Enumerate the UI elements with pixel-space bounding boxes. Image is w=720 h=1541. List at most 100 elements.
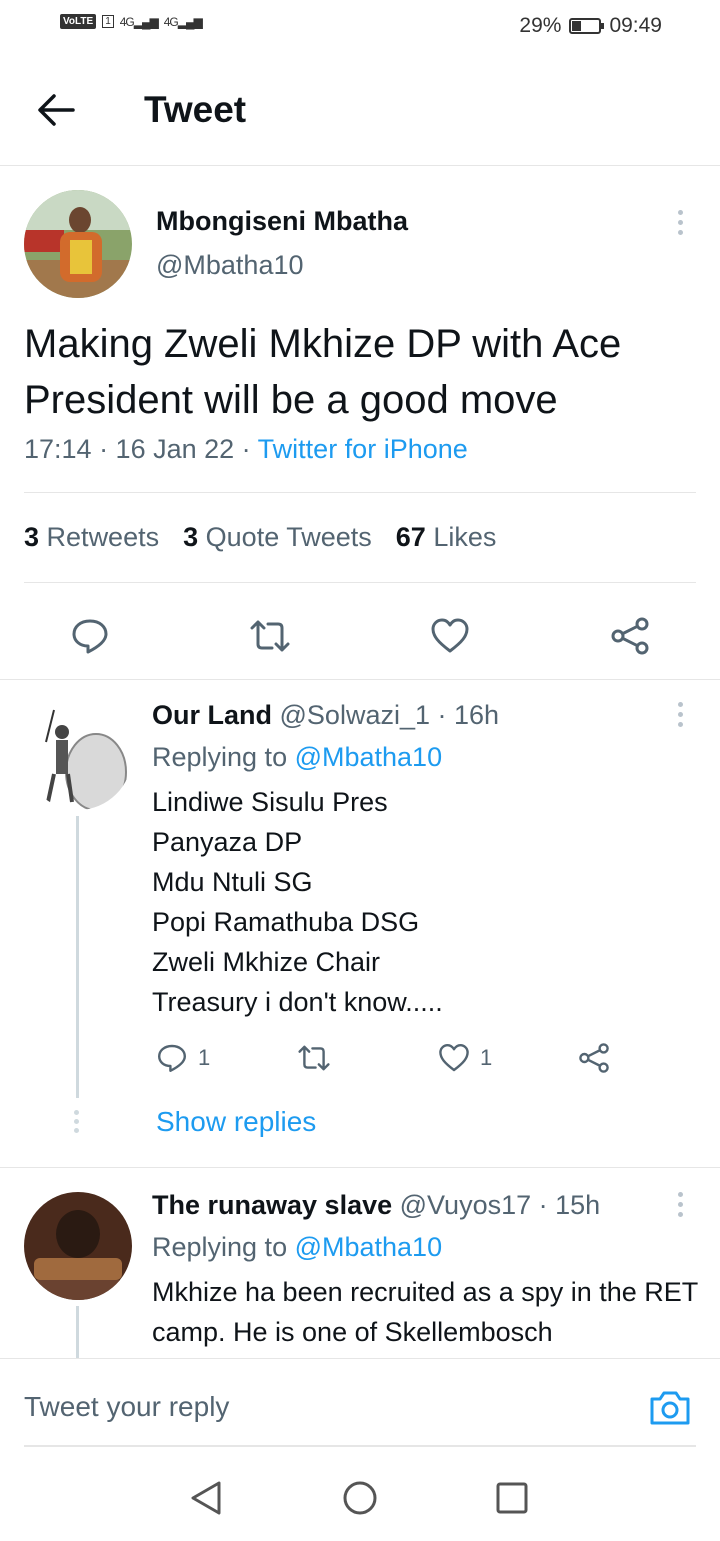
retweets-stat[interactable]: 3 Retweets [24,522,159,553]
retweet-button[interactable] [240,606,300,666]
avatar-photo [24,190,132,298]
tweet-text: Making Zweli Mkhize DP with Ace Presiden… [24,322,622,422]
avatar-photo [24,1192,132,1300]
reply-text: Lindiwe Sisulu Pres Panyaza DP Mdu Ntuli… [152,782,702,1022]
like-count: 1 [480,1045,493,1070]
reply-author-meta: @Vuyos17 · 15h [399,1190,601,1220]
reply-line: Zweli Mkhize Chair [152,947,381,977]
arrow-left-icon [38,94,75,126]
reply-share-button[interactable] [578,1042,610,1074]
camera-button[interactable] [648,1389,692,1432]
reply-button[interactable] [60,606,120,666]
network-indicators: VoLTE 1 4G▂▄▆ 4G▂▄▆ [60,14,203,29]
page-title: Tweet [144,89,247,130]
back-button[interactable] [34,88,78,132]
battery-fill [572,21,581,31]
nav-back-button[interactable] [186,1478,226,1518]
reply-retweet-button[interactable] [296,1042,332,1074]
reply-tweet[interactable]: Our Land @Solwazi_1 · 16h Replying to @M… [0,680,720,1168]
replying-prefix: Replying to [152,1232,295,1262]
share-button[interactable] [600,606,660,666]
network-type-2: 4G [163,14,179,29]
likes-stat[interactable]: 67 Likes [396,522,497,553]
tweet-meta: 17:14 · 16 Jan 22 · Twitter for iPhone [24,434,468,465]
quotes-label: Quote Tweets [205,522,372,552]
reply-tweet[interactable]: The runaway slave @Vuyos17 · 15h Replyin… [0,1170,720,1358]
thread-line [76,816,79,1098]
replying-to-link[interactable]: @Mbatha10 [295,1232,443,1262]
reply-line: Mdu Ntuli SG [152,867,313,897]
divider [0,1167,720,1168]
thread-line [76,1306,79,1358]
system-nav-bar [0,1450,720,1541]
retweet-icon [298,1045,330,1071]
status-right: 29% 09:49 [519,14,662,38]
replying-to: Replying to @Mbatha10 [152,1232,442,1263]
network-type-1: 4G [119,14,135,29]
circle-home-icon [343,1481,377,1515]
retweets-count: 3 [24,522,40,552]
more-options-button[interactable] [670,202,690,242]
nav-recents-button[interactable] [492,1478,532,1518]
reply-author-name: Our Land [152,700,272,730]
reply-author[interactable]: Our Land @Solwazi_1 · 16h [152,700,499,731]
reply-avatar[interactable] [24,702,132,810]
reply-count: 1 [198,1045,211,1070]
tweet-action-bar [0,606,720,680]
reply-line: Treasury i don't know..... [152,987,443,1017]
replying-to-link[interactable]: @Mbatha10 [295,742,443,772]
speech-bubble-icon [72,619,108,654]
camera-icon [650,1391,690,1425]
sim-indicator: 1 [102,15,114,28]
show-replies-link[interactable]: Show replies [156,1106,316,1138]
likes-label: Likes [433,522,497,552]
quotes-stat[interactable]: 3 Quote Tweets [183,522,372,553]
top-app-bar: Tweet [0,56,720,166]
reply-author-name: The runaway slave [152,1190,393,1220]
divider [24,492,696,493]
reply-avatar[interactable] [24,1192,132,1300]
like-button[interactable] [420,606,480,666]
tweet-timestamp: 17:14 · 16 Jan 22 · [24,434,258,464]
volte-badge: VoLTE [60,14,97,29]
status-bar: VoLTE 1 4G▂▄▆ 4G▂▄▆ 29% 09:49 [0,0,720,56]
reply-input-area[interactable]: Tweet your reply [24,1359,696,1447]
reply-text: Mkhize ha been recruited as a spy in the… [152,1277,698,1347]
triangle-back-icon [191,1481,221,1515]
more-options-button[interactable] [670,694,690,734]
reply-author[interactable]: The runaway slave @Vuyos17 · 15h [152,1190,600,1221]
reply-composer: Tweet your reply [0,1358,720,1448]
battery-icon [569,18,605,34]
signal-1-icon: 4G▂▄▆ [119,14,159,29]
reply-like-button[interactable]: 1 [438,1042,492,1074]
tweet-stats: 3 Retweets 3 Quote Tweets 67 Likes [24,522,496,553]
retweet-icon [250,620,290,652]
divider [24,582,696,583]
more-options-button[interactable] [670,1184,690,1224]
square-recents-icon [496,1482,528,1514]
likes-count: 67 [395,522,426,552]
share-icon [611,617,649,655]
clock: 09:49 [609,14,662,37]
signal-2-icon: 4G▂▄▆ [163,14,203,29]
nav-home-button[interactable] [340,1478,380,1518]
reply-line: Popi Ramathuba DSG [152,907,420,937]
reply-comment-button[interactable]: 1 [156,1042,210,1074]
avatar-photo [24,702,132,810]
retweets-label: Retweets [46,522,160,552]
tweet-source-link[interactable]: Twitter for iPhone [258,434,468,464]
reply-input-placeholder[interactable]: Tweet your reply [24,1391,229,1423]
speech-bubble-icon [158,1044,186,1072]
thread-dots [74,1110,79,1133]
heart-icon [439,1044,469,1072]
quotes-count: 3 [183,522,199,552]
replying-prefix: Replying to [152,742,295,772]
author-name[interactable]: Mbongiseni Mbatha [156,206,408,237]
author-handle[interactable]: @Mbatha10 [156,250,304,281]
author-avatar[interactable] [24,190,132,298]
reply-line: Panyaza DP [152,827,303,857]
reply-line: Lindiwe Sisulu Pres [152,787,388,817]
replying-to: Replying to @Mbatha10 [152,742,442,773]
reply-author-meta: @Solwazi_1 · 16h [279,700,500,730]
heart-icon [431,618,469,653]
